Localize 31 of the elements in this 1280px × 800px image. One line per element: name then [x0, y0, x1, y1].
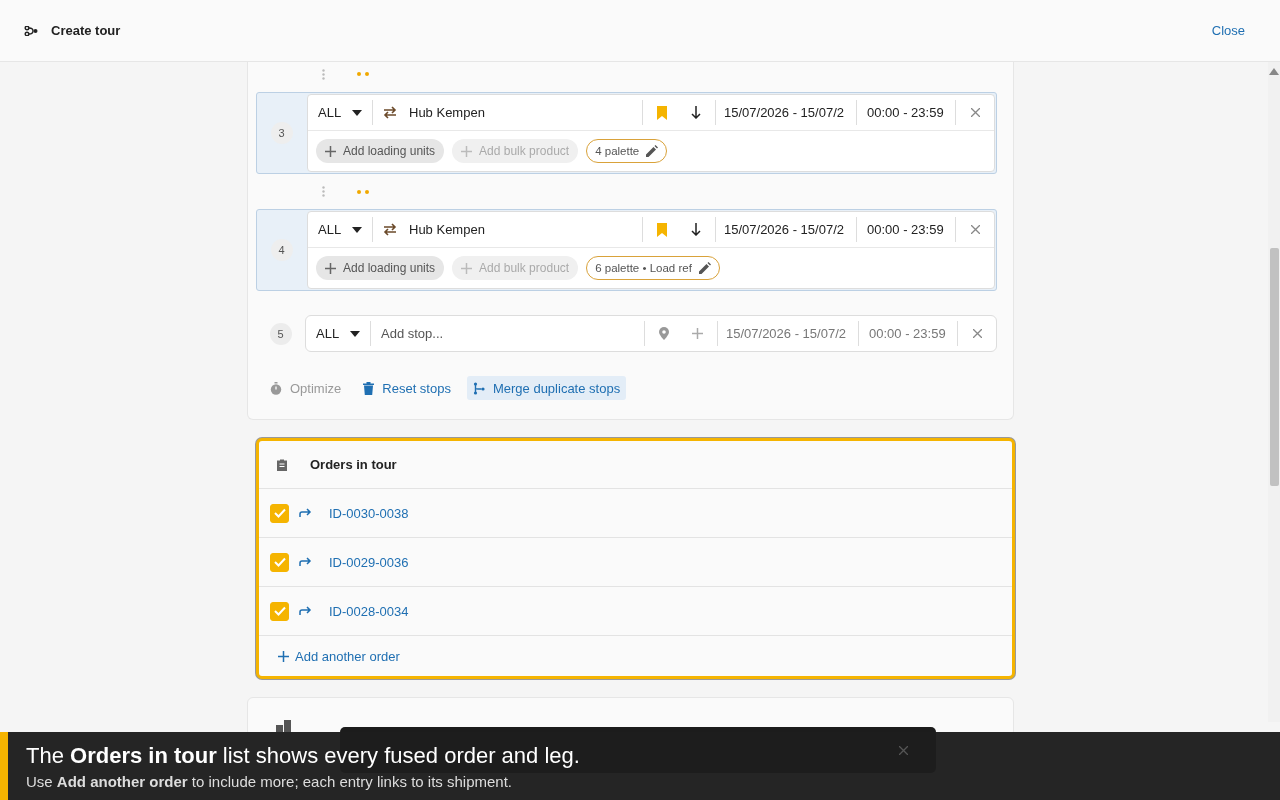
card-title: Orders in tour	[310, 457, 397, 472]
stop-number: 4	[270, 239, 293, 261]
add-stop-field[interactable]: Add stop...	[371, 321, 645, 346]
mode-select[interactable]: ALL	[306, 321, 371, 346]
stop-location[interactable]: Hub Kempen	[409, 105, 485, 120]
stop-location[interactable]: Hub Kempen	[409, 222, 485, 237]
load-tag[interactable]: 4 palette	[586, 139, 668, 163]
mode-select[interactable]: ALL	[308, 217, 373, 242]
merge-button[interactable]: Merge duplicate stops	[466, 376, 627, 400]
caption-title: The Orders in tour list shows every fused order and leg.	[26, 742, 580, 770]
stop-number: 3	[270, 122, 293, 144]
close-button[interactable]: Close	[1211, 23, 1256, 38]
page-title: Create tour	[51, 23, 122, 38]
reset-button[interactable]: Reset stops	[357, 376, 457, 400]
date-range-field[interactable]: 15/07/2026 - 15/07/2	[716, 217, 857, 242]
add-loading-units-button[interactable]: Add loading units	[316, 139, 445, 163]
caption-text: Use Add another order to include more; each entry links to its shipment.	[26, 773, 512, 790]
load-tag[interactable]: 6 palette • Load ref	[586, 256, 720, 280]
add-order-button[interactable]: Add another order	[259, 636, 406, 676]
mode-select[interactable]: ALL	[308, 100, 373, 125]
time-range-field[interactable]: 00:00 - 23:59	[857, 217, 956, 242]
date-range-field[interactable]: 15/07/2026 - 15/07/2	[718, 321, 859, 346]
time-range-field[interactable]: 00:00 - 23:59	[859, 321, 958, 346]
order-link[interactable]: ID-0030-0038	[329, 505, 409, 521]
time-range-field[interactable]: 00:00 - 23:59	[857, 100, 956, 125]
add-loading-units-button[interactable]: Add loading units	[316, 256, 445, 280]
order-link[interactable]: ID-0028-0034	[329, 603, 409, 619]
order-link[interactable]: ID-0029-0036	[329, 554, 409, 570]
date-range-field[interactable]: 15/07/2026 - 15/07/2	[716, 100, 857, 125]
stop-number: 5	[269, 322, 292, 345]
add-stop-bar[interactable]: ALL Add stop... 15/07/2026 - 15/07/2 00:00 - 23:59	[305, 315, 997, 352]
